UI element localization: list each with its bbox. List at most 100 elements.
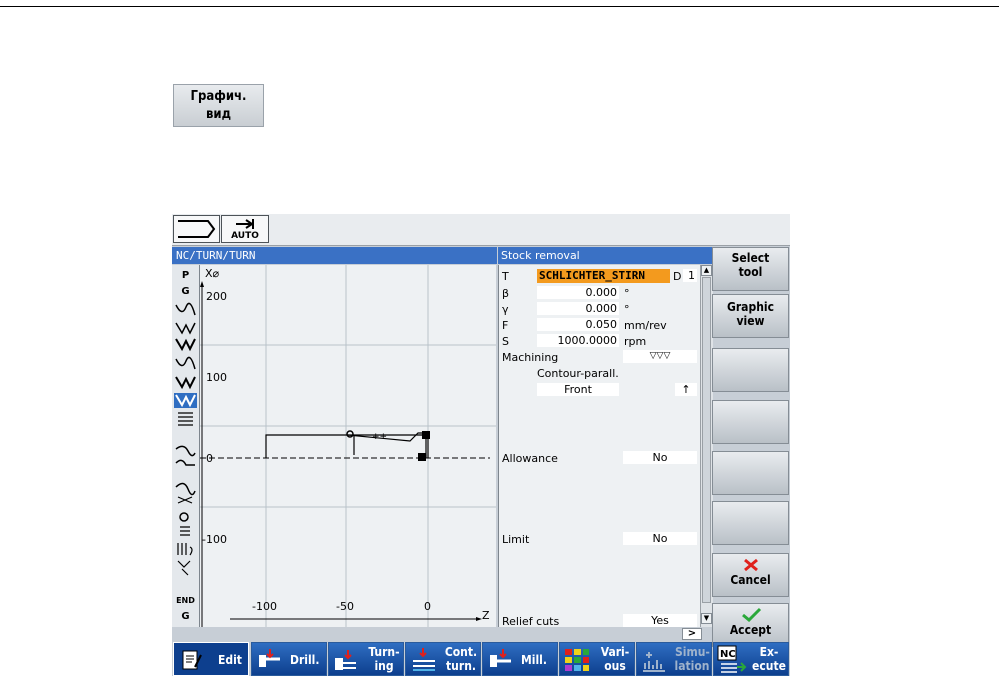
status-bar: AUTO [172, 214, 790, 246]
cutting-edge-field[interactable]: 1 [683, 269, 697, 282]
machining-label: Machining [502, 351, 559, 364]
z-tick-label: 0 [424, 600, 431, 613]
x-axis-label: X⌀ [205, 267, 220, 280]
softkey-label-line1: Turn- [368, 645, 400, 659]
beta-field[interactable]: 0.000 [537, 286, 619, 299]
cancel-softkey[interactable]: Cancel [712, 553, 789, 597]
beta-label: β [502, 287, 510, 300]
y-tick-label: 100 [206, 371, 227, 384]
contour-turning-icon [413, 648, 435, 671]
gamma-field[interactable]: 0.000 [537, 302, 619, 315]
softkey-line1: Cancel [730, 573, 771, 587]
softkey-line1: Graphic [727, 300, 774, 314]
softkey-label-line2: turn. [446, 659, 476, 673]
allowance-field[interactable]: No [623, 451, 697, 464]
softkey-line1: Select [731, 251, 770, 265]
softkey-label: Mill. [521, 653, 547, 667]
contour-start-marker [418, 453, 426, 461]
x-axis-arrow [200, 281, 204, 287]
contour-graphic: ++ X⌀ Z 200 100 0 -100 -100 -50 0 [200, 265, 496, 627]
graphic-view-key-image: Графич. вид [173, 84, 264, 127]
g-code-icon-bottom[interactable]: G [174, 609, 197, 624]
speed-field[interactable]: 1000.0000 [537, 334, 619, 347]
cutting-edge-label: D [673, 270, 682, 283]
tool-label: T [502, 270, 509, 283]
relief-cuts-label: Relief cuts [502, 615, 560, 627]
contour-turning-softkey[interactable]: Cont. turn. [405, 642, 481, 676]
softkey-label: Drill. [290, 653, 320, 667]
softkey-label-line1: Vari- [600, 645, 630, 659]
turning-icon [335, 650, 356, 670]
gamma-label: γ [502, 303, 509, 316]
blank-outline [265, 434, 429, 458]
program-header-icon[interactable]: P [174, 268, 197, 283]
graphic-view-key-line2: вид [205, 107, 232, 122]
relief-cuts-field[interactable]: Yes [623, 614, 697, 627]
cancel-x-icon [743, 558, 758, 572]
contour-plot-svg: ++ [200, 265, 496, 627]
select-tool-softkey[interactable]: Select tool [712, 247, 789, 291]
cycle-icons-lower[interactable] [174, 443, 197, 583]
graphic-view-key-line1: Графич. [190, 89, 247, 104]
contour-cycle-icons[interactable] [174, 301, 197, 441]
direction-arrow-field[interactable]: ↑ [675, 383, 697, 396]
speed-unit: rpm [624, 335, 647, 348]
scroll-down-arrow-icon[interactable]: ▼ [701, 613, 712, 624]
scroll-up-arrow-icon[interactable]: ▲ [701, 265, 712, 276]
program-path-title: NC/TURN/TURN [172, 247, 497, 264]
various-softkey[interactable]: Vari- ous [559, 642, 635, 676]
empty-softkey[interactable] [712, 501, 789, 545]
empty-softkey[interactable] [712, 400, 789, 444]
softkey-label-line1: Cont. [444, 645, 478, 659]
softkey-line2: tool [738, 265, 763, 279]
feed-label: F [502, 319, 509, 332]
z-tick-label: -100 [252, 600, 277, 613]
graphic-view-softkey[interactable]: Graphic view [712, 294, 789, 338]
milling-icon [490, 649, 511, 667]
empty-softkey[interactable] [712, 451, 789, 495]
limit-label: Limit [502, 533, 530, 546]
simulation-icon [643, 652, 665, 672]
softkey-label: Edit [218, 653, 242, 667]
nc-execute-icon: NC [717, 645, 747, 673]
cycle-icon-strip: P G END G [172, 265, 200, 627]
drill-softkey[interactable]: Drill. [251, 642, 327, 676]
edit-softkey[interactable]: Edit [173, 642, 249, 676]
simulation-softkey: Simu- lation [636, 642, 712, 676]
feed-unit: mm/rev [624, 319, 667, 332]
softkey-label-line2: ous [604, 659, 626, 673]
mode-indicator: AUTO [221, 215, 269, 243]
parameter-screen-title: Stock removal [498, 247, 712, 264]
limit-field[interactable]: No [623, 532, 697, 545]
softkey-line2: view [736, 314, 765, 328]
accept-check-icon [741, 607, 761, 623]
z-axis-label: Z [482, 609, 490, 622]
scroll-thumb[interactable] [702, 277, 711, 603]
program-bracket-icon [178, 220, 216, 238]
turning-softkey[interactable]: Turn- ing [328, 642, 404, 676]
channel-indicator [173, 215, 220, 243]
contour-direction-field[interactable]: Front [537, 383, 619, 396]
end-icon[interactable]: END [174, 593, 197, 608]
tool-position-icon [346, 430, 354, 438]
page-header-rule [0, 0, 999, 7]
horizontal-info-bar: > [172, 627, 712, 641]
y-tick-label: 0 [206, 452, 213, 465]
drill-icon [259, 649, 280, 667]
machining-field[interactable]: ▽▽▽ [623, 350, 697, 363]
contour-plus-marker: ++ [372, 432, 387, 442]
milling-softkey[interactable]: Mill. [482, 642, 558, 676]
accept-softkey[interactable]: Accept [712, 603, 789, 647]
z-tick-label: -50 [336, 600, 354, 613]
g-code-icon[interactable]: G [174, 284, 197, 299]
softkey-label-line2: ing [374, 659, 394, 673]
softkey-line1: Accept [729, 623, 772, 637]
softkey-label-line1: Ex- [759, 645, 779, 659]
feed-field[interactable]: 0.050 [537, 318, 619, 331]
contour-end-marker [422, 431, 430, 439]
tool-name-field[interactable]: SCHLICHTER_STIRN [537, 269, 670, 283]
gamma-unit: ° [624, 303, 630, 316]
more-indicator[interactable]: > [682, 628, 702, 640]
empty-softkey[interactable] [712, 348, 789, 392]
execute-softkey[interactable]: NC Ex- ecute [713, 642, 789, 676]
